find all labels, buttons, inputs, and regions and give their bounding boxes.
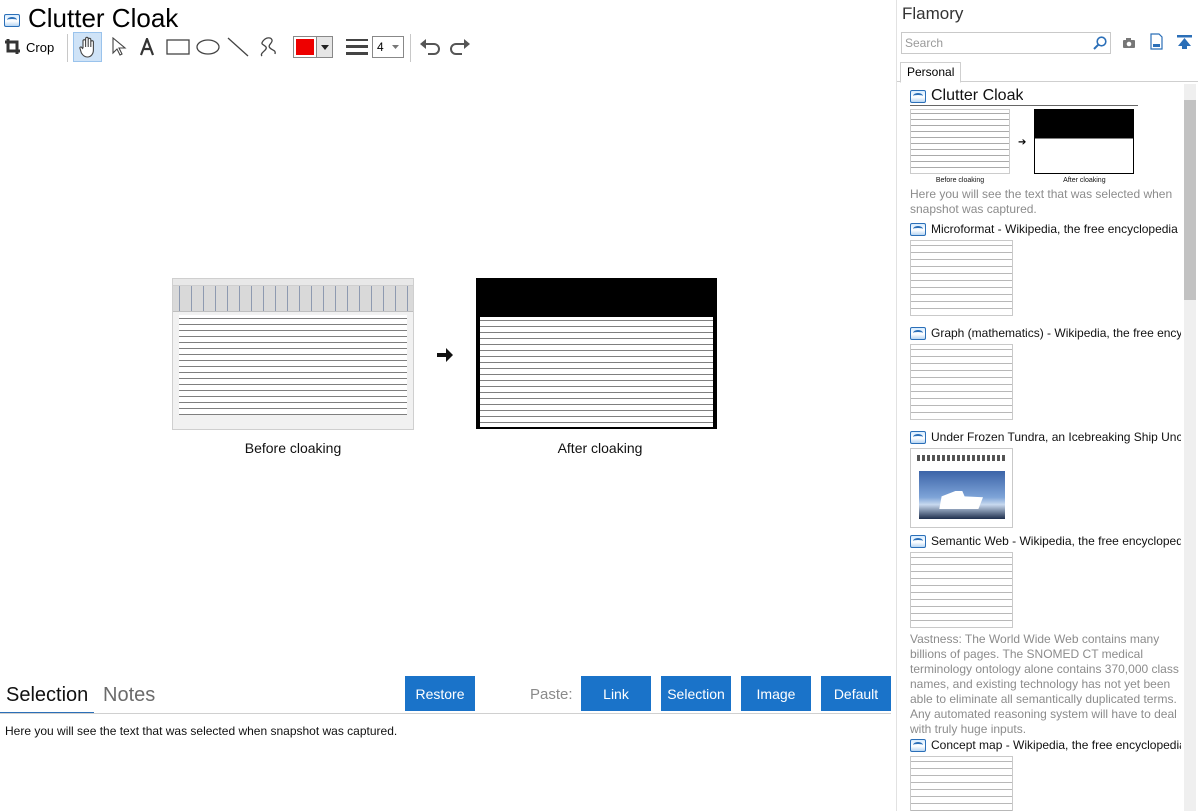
list-item-thumbnail [910, 552, 1013, 628]
hand-icon [78, 36, 94, 58]
freehand-tool-button[interactable] [256, 32, 280, 62]
select-tool-button[interactable] [108, 32, 130, 62]
line-width-value: 4 [377, 40, 384, 54]
bottom-bar: Selection Notes Restore Paste: Link Sele… [0, 676, 895, 714]
list-item-thumbnail [910, 448, 1013, 528]
tab-personal[interactable]: Personal [900, 62, 962, 83]
search-icon[interactable] [1093, 36, 1107, 55]
undo-icon [420, 39, 440, 55]
ellipse-icon [196, 39, 220, 55]
color-picker[interactable] [292, 32, 334, 62]
paste-link-button[interactable]: Link [581, 676, 651, 711]
snapshot-icon [910, 738, 926, 752]
list-item[interactable]: Under Frozen Tundra, an Icebreaking Ship… [910, 429, 1181, 528]
snapshot-icon [910, 222, 926, 236]
page-title: Clutter Cloak [28, 3, 179, 33]
crop-label: Crop [26, 39, 55, 55]
hand-tool-button[interactable] [73, 32, 102, 62]
undo-button[interactable] [417, 32, 443, 62]
dock-top-icon[interactable] [1176, 34, 1193, 55]
list-item-title: Clutter Cloak [931, 87, 1024, 104]
list-item-title: Microformat - Wikipedia, the free encycl… [931, 222, 1178, 236]
app-title: Flamory [902, 4, 964, 23]
tab-selection[interactable]: Selection [0, 684, 95, 714]
chevron-down-icon [317, 36, 333, 58]
list-item-title: Graph (mathematics) - Wikipedia, the fre… [931, 326, 1181, 340]
search-input[interactable] [902, 33, 1082, 53]
document-icon[interactable] [1150, 33, 1163, 55]
list-item-title: Concept map - Wikipedia, the free encycl… [931, 738, 1181, 752]
restore-button[interactable]: Restore [405, 676, 475, 711]
line-icon [227, 37, 249, 57]
toolbar-divider [67, 34, 68, 62]
sidebar-tabs: Personal [897, 62, 1198, 83]
list-item[interactable]: Graph (mathematics) - Wikipedia, the fre… [910, 325, 1181, 420]
rectangle-icon [166, 39, 190, 55]
search-field [901, 32, 1111, 54]
crop-button[interactable]: Crop [4, 32, 60, 62]
paste-default-button[interactable]: Default [821, 676, 891, 711]
text-tool-button[interactable] [136, 32, 158, 62]
arrow-right-icon: ➔ [1018, 136, 1027, 148]
tab-notes[interactable]: Notes [103, 684, 155, 707]
camera-icon[interactable] [1122, 36, 1136, 54]
snapshot-list: Clutter Cloak Before cloaking ➔ After cl… [897, 84, 1181, 811]
title-row: Clutter Cloak [4, 2, 178, 34]
redo-button[interactable] [447, 32, 473, 62]
after-caption: After cloaking [557, 440, 643, 456]
line-tool-button[interactable] [226, 32, 250, 62]
color-swatch [293, 36, 317, 58]
before-caption: Before cloaking [244, 440, 342, 456]
snapshot-icon [910, 430, 926, 444]
snapshot-icon [910, 89, 926, 103]
arrow-right-icon [437, 346, 453, 367]
snapshot-icon [910, 326, 926, 340]
list-item-title: Under Frozen Tundra, an Icebreaking Ship… [931, 430, 1181, 444]
list-item-thumbnail: Before cloaking ➔ After cloaking [910, 109, 1181, 185]
pointer-icon [112, 37, 127, 56]
list-item[interactable]: Microformat - Wikipedia, the free encycl… [910, 221, 1181, 316]
selection-text[interactable]: Here you will see the text that was sele… [5, 724, 397, 738]
list-item-thumbnail [910, 756, 1013, 811]
chevron-down-icon [392, 45, 399, 49]
after-cloaking-image [476, 278, 717, 429]
freehand-icon [260, 37, 276, 57]
scrollbar-thumb[interactable] [1184, 100, 1196, 300]
scrollbar[interactable] [1184, 84, 1196, 811]
snapshot-editor: Clutter Cloak Crop 4 Before cloaking Aft… [0, 0, 895, 811]
snapshot-icon [910, 534, 926, 548]
redo-icon [450, 39, 470, 55]
line-width-icon [344, 32, 370, 62]
text-icon [139, 38, 155, 56]
divider [0, 713, 891, 714]
paste-selection-button[interactable]: Selection [661, 676, 731, 711]
line-width-select[interactable]: 4 [372, 32, 404, 62]
list-item-title: Semantic Web - Wikipedia, the free encyc… [931, 534, 1181, 548]
list-item-description: Here you will see the text that was sele… [910, 187, 1173, 216]
list-item[interactable]: Clutter Cloak Before cloaking ➔ After cl… [910, 87, 1181, 217]
thumb-before-caption: Before cloaking [935, 177, 985, 184]
crop-icon [4, 38, 22, 56]
list-item-thumbnail [910, 344, 1013, 420]
toolbar-divider [410, 34, 411, 62]
list-item[interactable]: Concept map - Wikipedia, the free encycl… [910, 737, 1181, 811]
paste-image-button[interactable]: Image [741, 676, 811, 711]
ellipse-tool-button[interactable] [195, 32, 221, 62]
flamory-sidebar: Flamory Personal Clutter Cloak Before [896, 0, 1198, 811]
list-item-description: Vastness: The World Wide Web contains ma… [910, 632, 1179, 736]
thumb-after-caption: After cloaking [1063, 177, 1106, 184]
list-item[interactable]: Semantic Web - Wikipedia, the free encyc… [910, 533, 1181, 737]
paste-label: Paste: [530, 686, 573, 703]
list-item-thumbnail [910, 240, 1013, 316]
before-cloaking-image [172, 278, 414, 430]
toolbar: Crop 4 [0, 32, 480, 62]
snapshot-icon [4, 13, 20, 27]
rectangle-tool-button[interactable] [165, 32, 191, 62]
snapshot-content: Before cloaking After cloaking [0, 64, 895, 676]
